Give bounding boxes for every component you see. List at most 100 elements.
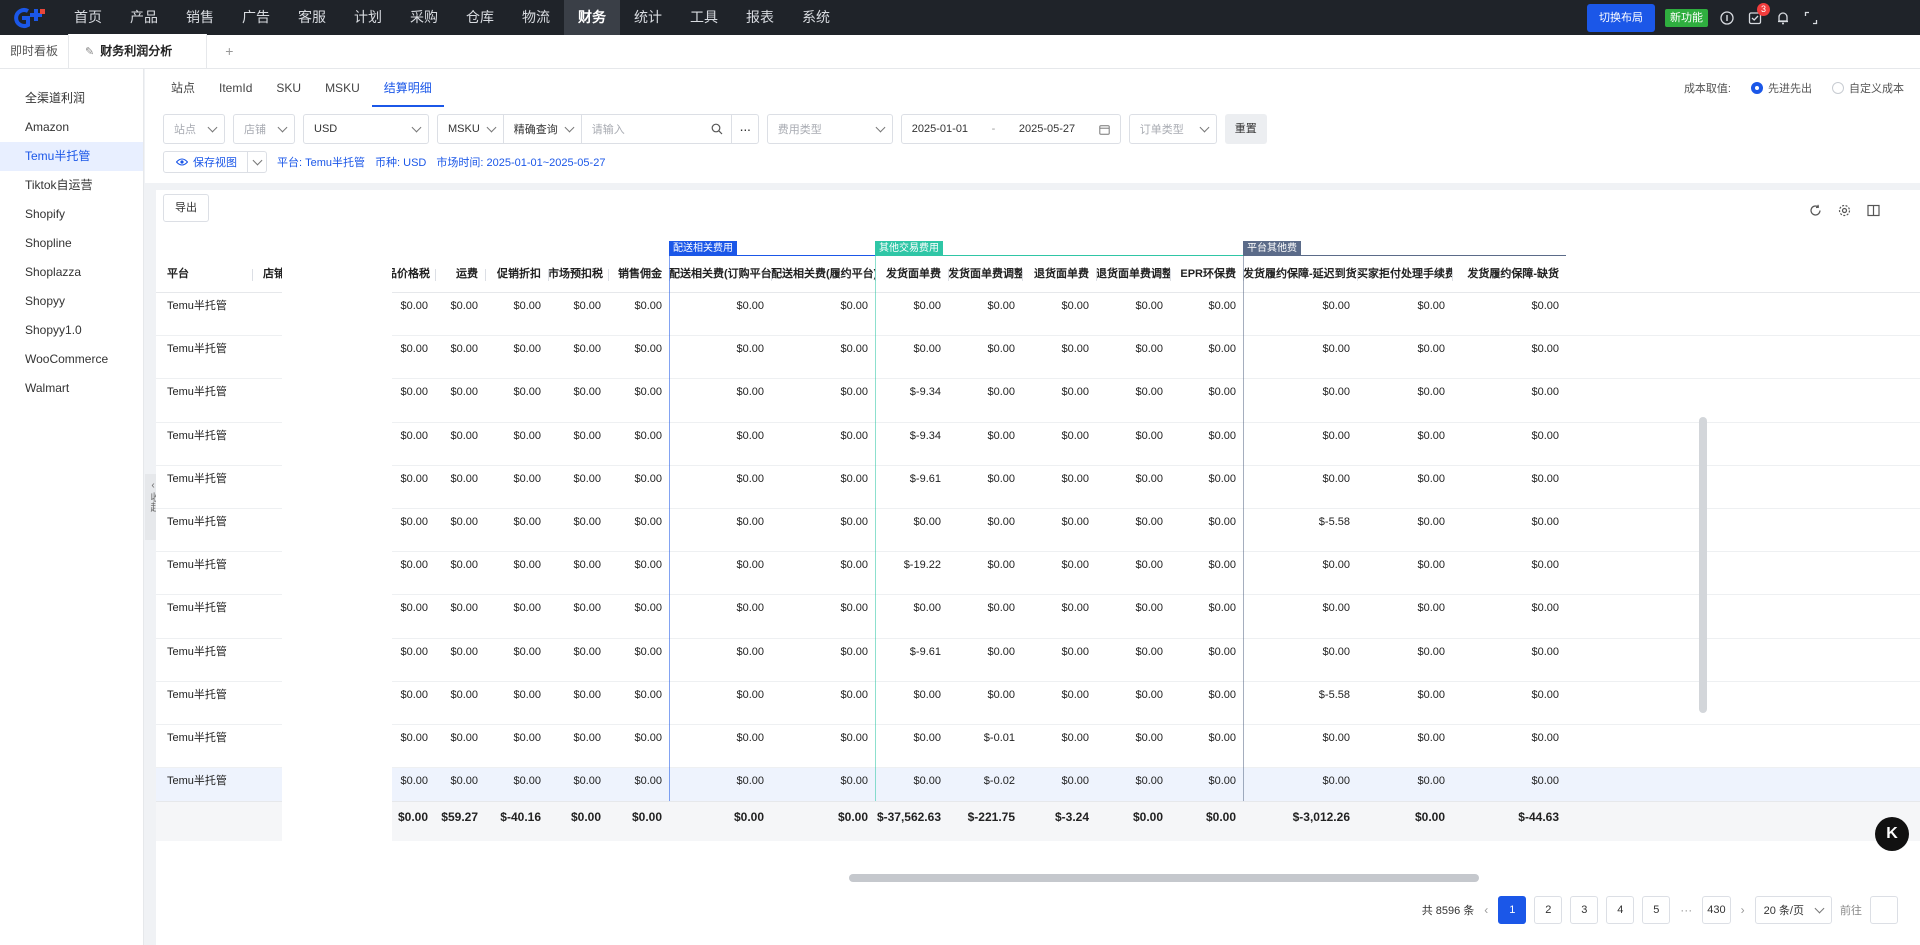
column-header[interactable]: 配送相关费(履约平台) [771, 256, 875, 293]
dimension-tab[interactable]: ItemId [207, 69, 264, 107]
nav-item[interactable]: 系统 [788, 0, 844, 35]
dimension-tab[interactable]: MSKU [313, 69, 372, 107]
page-tab-profit-analysis[interactable]: ✎ 财务利润分析 [68, 34, 208, 68]
dimension-tab[interactable]: SKU [264, 69, 313, 107]
column-resizer[interactable] [1022, 269, 1023, 281]
cost-mode-fifo[interactable]: 先进先出 [1751, 80, 1812, 96]
sidebar-item[interactable]: Shopify [0, 200, 143, 229]
dimension-tab[interactable]: 站点 [159, 69, 207, 107]
nav-item[interactable]: 仓库 [452, 0, 508, 35]
table-row[interactable]: Temu半托管 $0.00 $0.00 $0.00 $0.00 $0.00 $0.00 $0.… [156, 639, 1920, 682]
info-icon[interactable] [1718, 9, 1736, 27]
store-select[interactable]: 店铺 [233, 114, 295, 144]
page-button[interactable]: 2 [1534, 896, 1563, 924]
column-resizer[interactable] [1096, 269, 1097, 281]
column-resizer[interactable] [771, 269, 772, 281]
table-row[interactable]: Temu半托管 $0.00 $0.00 $0.00 $0.00 $0.00 $0.00 $0.… [156, 423, 1920, 466]
column-header[interactable]: 发货面单费调整 [948, 256, 1022, 293]
column-header[interactable]: 买家拒付处理手续费 [1357, 256, 1452, 293]
nav-item[interactable]: 工具 [676, 0, 732, 35]
export-button[interactable]: 导出 [163, 194, 209, 222]
column-header[interactable]: EPR环保费 [1170, 256, 1243, 293]
nav-item[interactable]: 物流 [508, 0, 564, 35]
column-resizer[interactable] [485, 269, 486, 281]
table-row[interactable]: Temu半托管 $0.00 $0.00 $0.00 $0.00 $0.00 $0.00 $0.… [156, 336, 1920, 380]
page-button[interactable]: 5 [1642, 896, 1671, 924]
page-size-select[interactable]: 20 条/页 [1754, 896, 1832, 924]
bell-icon[interactable] [1774, 9, 1792, 27]
column-header[interactable]: 退货面单费调整 [1096, 256, 1170, 293]
reset-button[interactable]: 重置 [1224, 114, 1267, 144]
column-resizer[interactable] [252, 269, 253, 281]
table-row[interactable]: Temu半托管 $0.00 $0.00 $0.00 $0.00 $0.00 $0.00 $0.… [156, 466, 1920, 509]
settings-icon[interactable] [1838, 204, 1851, 217]
add-tab-button[interactable]: + [207, 34, 251, 68]
column-header[interactable]: 配送相关费(订购平台) [669, 256, 771, 293]
cost-mode-custom[interactable]: 自定义成本 [1832, 80, 1904, 96]
sidebar-item[interactable]: Shopyy [0, 287, 143, 316]
switch-layout-button[interactable]: 切换布局 [1587, 3, 1655, 32]
nav-item[interactable]: 产品 [116, 0, 172, 35]
column-header[interactable]: 运费 [435, 256, 485, 293]
table-row[interactable]: Temu半托管 $0.00 $0.00 $0.00 $0.00 $0.00 $0.00 $0.… [156, 682, 1920, 725]
column-resizer[interactable] [435, 269, 436, 281]
sidebar-item[interactable]: Tiktok自运营 [0, 171, 143, 200]
column-header[interactable]: 促销折扣 [485, 256, 548, 293]
save-view-button[interactable]: 保存视图 [163, 151, 267, 173]
column-header[interactable]: 市场预扣税 [548, 256, 608, 293]
last-page-button[interactable]: 430 [1702, 896, 1731, 924]
column-header[interactable]: 发货面单费 [875, 256, 948, 293]
task-icon[interactable]: 3 [1746, 2, 1770, 27]
horizontal-scrollbar[interactable] [849, 874, 1479, 882]
radio-custom[interactable] [1832, 82, 1844, 94]
nav-item[interactable]: 销售 [172, 0, 228, 35]
nav-item[interactable]: 首页 [60, 0, 116, 35]
site-select[interactable]: 站点 [163, 114, 225, 144]
currency-select[interactable]: USD [303, 114, 429, 144]
app-logo[interactable] [0, 0, 60, 35]
radio-fifo[interactable] [1751, 82, 1763, 94]
column-layout-icon[interactable] [1867, 204, 1880, 217]
column-resizer[interactable] [1170, 269, 1171, 281]
sidebar-item[interactable]: 全渠道利润 [0, 84, 143, 113]
page-ellipsis[interactable]: ··· [1678, 903, 1694, 917]
table-row[interactable]: Temu半托管 $0.00 $0.00 $0.00 $0.00 $0.00 $0.00 $0.… [156, 725, 1920, 769]
fee-type-select[interactable]: 费用类型 [766, 114, 893, 144]
vertical-scrollbar[interactable] [1699, 417, 1707, 713]
column-resizer[interactable] [608, 269, 609, 281]
sidebar-item[interactable]: Shopyy1.0 [0, 316, 143, 345]
nav-item[interactable]: 采购 [396, 0, 452, 35]
refresh-icon[interactable] [1809, 204, 1822, 217]
goto-page-input[interactable] [1870, 896, 1898, 924]
column-header[interactable]: 平台 [156, 256, 252, 293]
page-button[interactable]: 4 [1606, 896, 1635, 924]
nav-item[interactable]: 客服 [284, 0, 340, 35]
nav-item[interactable]: 计划 [340, 0, 396, 35]
new-feature-button[interactable]: 新功能 [1665, 8, 1708, 27]
column-resizer[interactable] [1452, 269, 1453, 281]
search-icon[interactable] [711, 123, 723, 135]
column-header[interactable]: 发货履约保障-缺货 [1452, 256, 1566, 293]
save-view-dropdown[interactable] [248, 155, 266, 166]
column-resizer[interactable] [948, 269, 949, 281]
assistant-button[interactable]: K [1875, 817, 1909, 851]
column-header[interactable]: 退货面单费 [1022, 256, 1096, 293]
column-header[interactable]: 发货履约保障-延迟到货 [1243, 256, 1357, 293]
fullscreen-icon[interactable] [1802, 9, 1820, 27]
sidebar-item[interactable]: Shopline [0, 229, 143, 258]
match-mode-select[interactable]: 精确查询 [504, 115, 582, 143]
page-button[interactable]: 3 [1570, 896, 1599, 924]
pin-icon[interactable]: ✎ [85, 46, 94, 58]
table-row[interactable]: Temu半托管 $0.00 $0.00 $0.00 $0.00 $0.00 $0.00 $0.… [156, 293, 1920, 337]
table-row[interactable]: Temu半托管 $0.00 $0.00 $0.00 $0.00 $0.00 $0.00 $0.… [156, 379, 1920, 423]
dimension-tab[interactable]: 结算明细 [371, 69, 444, 107]
table-row[interactable]: Temu半托管 $0.00 $0.00 $0.00 $0.00 $0.00 $0.00 $0.… [156, 509, 1920, 553]
column-header[interactable]: 销售佣金 [608, 256, 669, 293]
column-resizer[interactable] [1357, 269, 1358, 281]
search-input[interactable]: 请输入 [582, 115, 732, 143]
nav-item[interactable]: 广告 [228, 0, 284, 35]
search-field-select[interactable]: MSKU [438, 115, 504, 143]
nav-item[interactable]: 财务 [564, 0, 620, 35]
date-range-picker[interactable]: 2025-01-01 - 2025-05-27 [900, 114, 1121, 144]
sidebar-item[interactable]: Walmart [0, 374, 143, 403]
